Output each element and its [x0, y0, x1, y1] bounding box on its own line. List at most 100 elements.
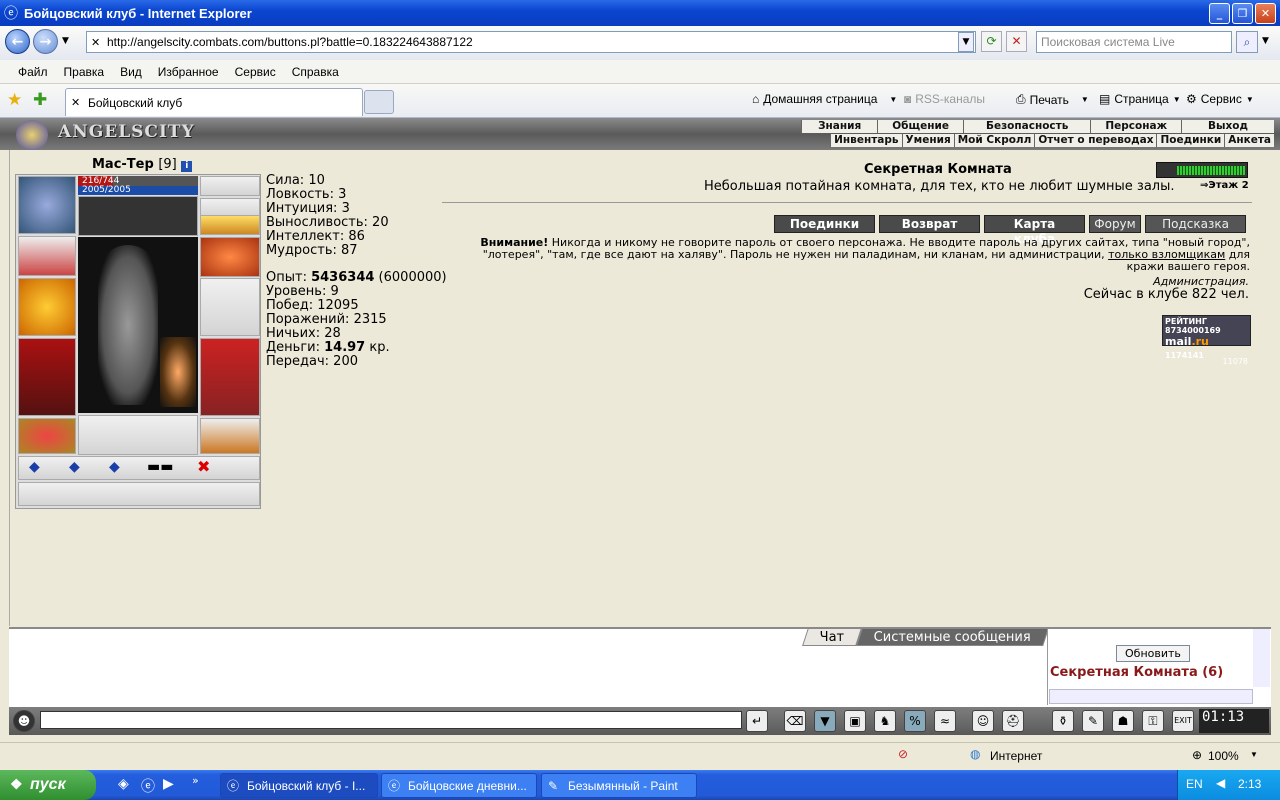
chat-input[interactable] — [40, 711, 742, 729]
menu-inventory[interactable]: Инвентарь — [830, 134, 902, 147]
print-button[interactable]: ⎙ Печать ▼ — [1016, 92, 1089, 107]
menu-favorites[interactable]: Избранное — [158, 65, 219, 79]
maximize-button[interactable]: ❐ — [1232, 3, 1253, 24]
menu-security[interactable]: Безопасность — [962, 120, 1091, 133]
search-input[interactable]: Поисковая система Live — [1036, 31, 1232, 53]
add-favorite-icon[interactable]: ✚ — [33, 90, 47, 110]
belt-slot[interactable] — [18, 418, 76, 454]
second-weapon-slot[interactable] — [200, 278, 260, 336]
fighter-icon[interactable]: ♞ — [874, 710, 896, 732]
armor-slot[interactable] — [18, 338, 76, 416]
inventory-icon[interactable]: ☗ — [1112, 710, 1134, 732]
more-quicklaunch-icon[interactable]: » — [192, 774, 199, 787]
history-dropdown-icon[interactable]: ▼ — [62, 36, 69, 46]
club-map-button[interactable]: Карта клуба — [984, 215, 1085, 246]
battles-button[interactable]: Поединки — [774, 215, 875, 233]
rings-slot[interactable] — [200, 215, 260, 235]
menu-battles[interactable]: Поединки — [1156, 134, 1225, 147]
menu-view[interactable]: Вид — [120, 65, 142, 79]
page-dropdown-icon[interactable]: ▼ — [1173, 95, 1181, 104]
favorites-star-icon[interactable]: ★ — [7, 90, 22, 110]
info-icon[interactable]: i — [181, 161, 193, 172]
back-button[interactable]: ← — [5, 29, 30, 54]
rss-button[interactable]: ◙ RSS-каналы — [904, 92, 985, 106]
tab-chat[interactable]: Чат — [802, 628, 863, 646]
language-indicator[interactable]: EN — [1186, 777, 1203, 791]
menu-profile[interactable]: Анкета — [1224, 134, 1274, 147]
wave-icon[interactable]: ≈ — [934, 710, 956, 732]
forum-button[interactable]: Форум — [1089, 215, 1141, 233]
service-button[interactable]: ⚙ Сервис ▼ — [1186, 92, 1254, 106]
shield-slot[interactable] — [160, 337, 196, 407]
menu-exit[interactable]: Выход — [1181, 120, 1274, 133]
mailru-counter[interactable]: РЕЙТИНГ 8734000169 mail.ru 1174141 11078 — [1162, 315, 1251, 366]
menu-file[interactable]: Файл — [18, 65, 48, 79]
menu-communication[interactable]: Общение — [877, 120, 963, 133]
ie-quicklaunch-icon[interactable]: ⓔ — [141, 776, 155, 796]
boots-slot[interactable] — [200, 418, 260, 454]
legs-slot[interactable] — [200, 338, 260, 416]
tab-system-messages[interactable]: Системные сообщения — [856, 628, 1050, 646]
menu-knowledge[interactable]: Знания — [801, 120, 878, 133]
refresh-button[interactable]: Обновить — [1116, 645, 1190, 662]
vertical-scrollbar[interactable] — [1253, 629, 1270, 687]
tray-back-icon[interactable]: ◀ — [1216, 776, 1225, 790]
task-fightclub[interactable]: ⓔ Бойцовский клуб - I... — [220, 773, 378, 798]
zoom-icon[interactable]: ⊕ — [1192, 748, 1202, 762]
hint-button[interactable]: Подсказка — [1145, 215, 1246, 233]
minimize-button[interactable]: _ — [1209, 3, 1230, 24]
scroll-icon[interactable]: ✎ — [1082, 710, 1104, 732]
gloves-slot[interactable] — [200, 237, 260, 277]
service-dropdown-icon[interactable]: ▼ — [1246, 95, 1254, 104]
menu-skills[interactable]: Умения — [901, 134, 954, 147]
menu-tools[interactable]: Сервис — [235, 65, 276, 79]
stop-icon[interactable]: ✕ — [1006, 31, 1027, 52]
menu-edit[interactable]: Правка — [64, 65, 105, 79]
new-tab-button[interactable] — [364, 90, 394, 114]
home-button[interactable]: ⌂ Домашняя страница ▼ — [752, 92, 897, 106]
tab-fightclub[interactable]: ✕ Бойцовский клуб — [65, 88, 363, 116]
save-icon[interactable]: ▣ — [844, 710, 866, 732]
filter-icon[interactable]: ▼ — [814, 710, 836, 732]
address-bar[interactable]: ✕ http://angelscity.combats.com/buttons.… — [86, 31, 976, 53]
task-paint[interactable]: ✎ Безымянный - Paint — [541, 773, 697, 798]
zoom-level[interactable]: 100% — [1208, 749, 1239, 763]
send-icon[interactable]: ↵ — [746, 710, 768, 732]
forward-button[interactable]: → — [33, 29, 58, 54]
horizontal-scrollbar[interactable] — [1049, 689, 1253, 704]
search-icon[interactable]: ⌕ — [1236, 31, 1258, 53]
menu-transfer-report[interactable]: Отчет о переводах — [1034, 134, 1157, 147]
address-dropdown-icon[interactable]: ▼ — [958, 32, 974, 52]
potion-icon[interactable]: ⚱ — [1052, 710, 1074, 732]
zoom-dropdown-icon[interactable]: ▼ — [1250, 750, 1258, 759]
exit-icon[interactable]: EXIT — [1172, 710, 1194, 732]
media-player-icon[interactable]: ▶ — [163, 776, 174, 792]
amulet-slot[interactable] — [200, 176, 260, 196]
refresh-icon[interactable]: ⟳ — [981, 31, 1002, 52]
scroll-slots[interactable]: ◆ ◆ ◆ ▬▬ ✖ — [18, 456, 260, 480]
eraser-icon[interactable]: ⌫ — [784, 710, 806, 732]
menu-character[interactable]: Персонаж — [1090, 120, 1182, 133]
helmet-slot[interactable] — [18, 176, 76, 234]
spell-slots[interactable] — [78, 196, 198, 236]
popup-blocked-icon[interactable]: ⊘ — [898, 747, 908, 761]
close-button[interactable]: ✕ — [1255, 3, 1276, 24]
start-button[interactable]: ❖ пуск — [0, 770, 96, 800]
speaker-head-icon[interactable]: ☻ — [13, 710, 35, 732]
weapon-slot[interactable] — [18, 278, 76, 336]
empty-scroll-slots[interactable] — [18, 482, 260, 506]
smiley-icon[interactable]: ☺ — [972, 710, 994, 732]
desktop-icon[interactable]: ◈ — [118, 776, 129, 792]
floor-link[interactable]: ⇒Этаж 2 — [1200, 180, 1249, 191]
return-button[interactable]: Возврат — [879, 215, 980, 233]
print-dropdown-icon[interactable]: ▼ — [1081, 95, 1089, 104]
helmet-icon[interactable]: ⛑ — [1002, 710, 1024, 732]
page-button[interactable]: ▤ Страница ▼ — [1099, 92, 1181, 106]
home-dropdown-icon[interactable]: ▼ — [889, 95, 897, 104]
task-diaries[interactable]: ⓔ Бойцовские дневни... — [381, 773, 537, 798]
bracer-slot[interactable] — [18, 236, 76, 276]
ring-slots[interactable] — [78, 415, 198, 455]
search-options-icon[interactable]: ▼ — [1262, 36, 1269, 46]
menu-my-scroll[interactable]: Мой Скролл — [953, 134, 1035, 147]
menu-help[interactable]: Справка — [292, 65, 339, 79]
